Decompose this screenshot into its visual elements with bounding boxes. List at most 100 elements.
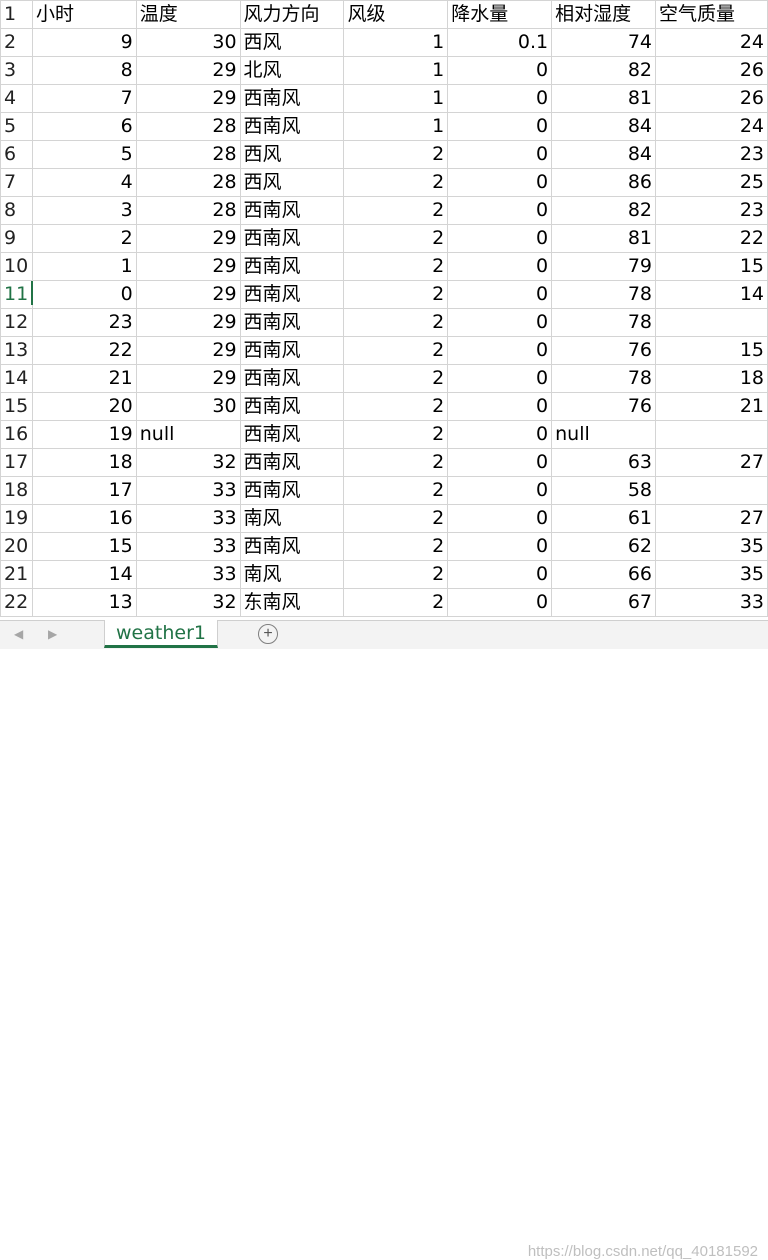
table-cell[interactable]: 2 xyxy=(343,504,449,533)
column-header[interactable]: 空气质量 xyxy=(655,0,768,29)
table-cell[interactable]: 19 xyxy=(31,420,137,449)
table-cell[interactable]: 2 xyxy=(343,476,449,505)
table-cell[interactable]: 2 xyxy=(343,392,449,421)
table-cell[interactable]: 0 xyxy=(447,168,553,197)
table-cell[interactable]: 西南风 xyxy=(239,476,345,505)
table-cell[interactable]: 2 xyxy=(343,252,449,281)
row-number[interactable]: 1 xyxy=(0,0,33,29)
table-cell[interactable]: 63 xyxy=(551,448,657,477)
table-cell[interactable]: 29 xyxy=(135,280,241,309)
table-cell[interactable]: 0 xyxy=(447,196,553,225)
table-cell[interactable]: 西南风 xyxy=(239,532,345,561)
table-cell[interactable]: 27 xyxy=(655,504,768,533)
table-cell[interactable]: 南风 xyxy=(239,504,345,533)
table-cell[interactable]: 2 xyxy=(343,168,449,197)
column-header[interactable]: 降水量 xyxy=(447,0,553,29)
row-number[interactable]: 19 xyxy=(0,504,33,533)
table-cell[interactable]: 1 xyxy=(343,56,449,85)
table-cell[interactable]: 29 xyxy=(135,364,241,393)
table-cell[interactable]: 84 xyxy=(551,112,657,141)
row-number[interactable]: 2 xyxy=(0,28,33,57)
table-cell[interactable] xyxy=(655,420,768,449)
table-cell[interactable]: 74 xyxy=(551,28,657,57)
table-cell[interactable]: 0 xyxy=(447,420,553,449)
table-cell[interactable]: 0 xyxy=(447,140,553,169)
table-cell[interactable]: 78 xyxy=(551,308,657,337)
column-header[interactable]: 风级 xyxy=(343,0,449,29)
table-cell[interactable]: 29 xyxy=(135,224,241,253)
data-table[interactable]: 1 小时 温度 风力方向 风级 降水量 相对湿度 空气质量 2 9 30 西风 1 0.1 74 24 3 8 29… xyxy=(0,0,768,617)
table-cell[interactable]: 西南风 xyxy=(239,280,345,309)
table-cell[interactable]: 78 xyxy=(551,280,657,309)
table-cell[interactable]: 西风 xyxy=(239,168,345,197)
table-cell[interactable]: 76 xyxy=(551,336,657,365)
table-cell[interactable]: 62 xyxy=(551,532,657,561)
table-cell[interactable]: 西南风 xyxy=(239,84,345,113)
table-cell[interactable]: 2 xyxy=(343,308,449,337)
table-cell[interactable]: 1 xyxy=(343,112,449,141)
table-cell[interactable]: 西南风 xyxy=(239,448,345,477)
table-cell[interactable]: 南风 xyxy=(239,560,345,589)
table-cell[interactable]: 21 xyxy=(31,364,137,393)
table-cell[interactable]: 76 xyxy=(551,392,657,421)
table-cell[interactable]: 17 xyxy=(31,476,137,505)
table-cell[interactable]: 2 xyxy=(343,280,449,309)
table-cell[interactable]: 8 xyxy=(31,56,137,85)
table-cell[interactable]: 21 xyxy=(655,392,768,421)
add-sheet-icon[interactable]: + xyxy=(258,624,278,644)
table-cell[interactable]: 0 xyxy=(447,448,553,477)
table-cell[interactable]: 58 xyxy=(551,476,657,505)
table-cell[interactable]: 西南风 xyxy=(239,252,345,281)
table-cell[interactable]: 西南风 xyxy=(239,112,345,141)
table-cell[interactable]: 33 xyxy=(135,476,241,505)
column-header[interactable]: 温度 xyxy=(135,0,241,29)
table-cell[interactable]: 2 xyxy=(343,448,449,477)
row-number[interactable]: 9 xyxy=(0,224,33,253)
table-cell[interactable]: 0.1 xyxy=(447,28,553,57)
table-cell[interactable]: 0 xyxy=(447,336,553,365)
table-cell[interactable]: 33 xyxy=(135,504,241,533)
table-cell[interactable]: 2 xyxy=(343,224,449,253)
table-cell[interactable]: 东南风 xyxy=(239,588,345,617)
table-cell[interactable]: 1 xyxy=(31,252,137,281)
table-cell[interactable]: 30 xyxy=(135,392,241,421)
table-cell[interactable]: 西南风 xyxy=(239,392,345,421)
table-cell[interactable]: 9 xyxy=(31,28,137,57)
table-cell[interactable]: 82 xyxy=(551,196,657,225)
table-cell[interactable]: 0 xyxy=(31,280,137,309)
table-cell[interactable]: 西南风 xyxy=(239,196,345,225)
table-cell[interactable]: 西风 xyxy=(239,28,345,57)
table-cell[interactable]: 79 xyxy=(551,252,657,281)
table-cell[interactable]: 29 xyxy=(135,336,241,365)
table-cell[interactable]: 35 xyxy=(655,532,768,561)
table-cell[interactable]: 29 xyxy=(135,56,241,85)
table-cell[interactable]: 33 xyxy=(135,560,241,589)
table-cell[interactable]: 29 xyxy=(135,252,241,281)
table-cell[interactable]: 2 xyxy=(343,560,449,589)
table-cell[interactable]: null xyxy=(135,420,241,449)
table-cell[interactable]: 0 xyxy=(447,308,553,337)
table-cell[interactable]: 15 xyxy=(31,532,137,561)
row-number[interactable]: 22 xyxy=(0,588,33,617)
table-cell[interactable] xyxy=(655,308,768,337)
table-cell[interactable]: 0 xyxy=(447,112,553,141)
table-cell[interactable]: 0 xyxy=(447,280,553,309)
table-cell[interactable]: 0 xyxy=(447,588,553,617)
table-cell[interactable]: null xyxy=(551,420,657,449)
table-cell[interactable]: 0 xyxy=(447,504,553,533)
column-header[interactable]: 小时 xyxy=(31,0,137,29)
row-number[interactable]: 21 xyxy=(0,560,33,589)
table-cell[interactable]: 0 xyxy=(447,84,553,113)
table-cell[interactable]: 西南风 xyxy=(239,420,345,449)
table-cell[interactable]: 2 xyxy=(343,336,449,365)
table-cell[interactable]: 61 xyxy=(551,504,657,533)
table-cell[interactable]: 2 xyxy=(31,224,137,253)
spreadsheet-grid-area[interactable]: 1 小时 温度 风力方向 风级 降水量 相对湿度 空气质量 2 9 30 西风 1 0.1 74 24 3 8 29… xyxy=(0,0,768,620)
table-cell[interactable]: 28 xyxy=(135,140,241,169)
table-cell[interactable]: 0 xyxy=(447,224,553,253)
table-cell[interactable]: 0 xyxy=(447,392,553,421)
row-number[interactable]: 13 xyxy=(0,336,33,365)
table-cell[interactable]: 33 xyxy=(135,532,241,561)
table-cell[interactable]: 18 xyxy=(31,448,137,477)
table-cell[interactable]: 6 xyxy=(31,112,137,141)
